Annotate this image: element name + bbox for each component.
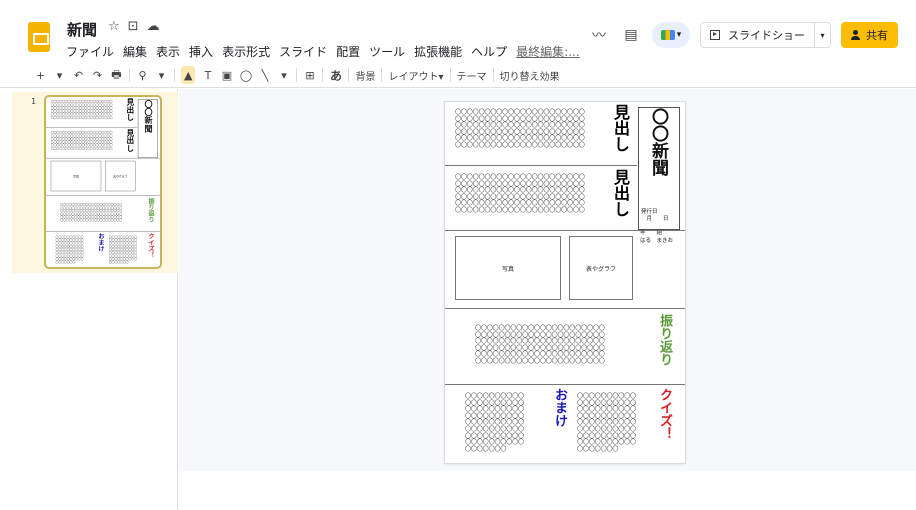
meet-camera-icon [660,30,675,40]
class-name[interactable]: 年 組 はる まきお [640,229,673,245]
layout-button[interactable]: レイアウト▾ [388,68,443,83]
menu-help[interactable]: ヘルプ [471,43,507,60]
issue-date[interactable]: 発行日 月 日 [641,209,669,223]
image-icon[interactable]: ▣ [220,66,233,84]
newspaper-title: 〇〇新聞 [142,99,153,133]
select-tool-icon[interactable]: ▲ [181,66,196,84]
divider [296,68,298,82]
print-icon[interactable]: 🖶 [110,66,123,84]
menu-tools[interactable]: ツール [369,43,405,60]
text-placeholder: 〇〇〇〇〇〇〇〇〇〇 〇〇〇〇〇〇〇〇〇〇 〇〇〇〇〇〇〇〇〇〇 〇〇〇〇〇〇〇… [108,235,137,264]
zoom-icon[interactable]: ⚲ [136,66,149,84]
undo-icon[interactable]: ↶ [72,66,85,84]
chevron-down-icon: ▾ [676,30,682,40]
slides-logo-icon[interactable] [28,22,50,52]
headline: 見出し [125,128,135,152]
divider [492,68,494,82]
header-actions: 〰 ▤ ▾ スライドショー ▾ 共有 [588,22,898,48]
comment-add-icon[interactable]: ⊞ [303,66,316,84]
reflection-heading[interactable]: 振り返り [657,314,672,366]
menu-file[interactable]: ファイル [66,43,114,60]
divider [129,68,130,82]
line-icon[interactable]: ╲ [258,66,271,84]
background-button[interactable]: 背景 [355,68,375,83]
shape-icon[interactable]: ◯ [239,66,252,84]
quiz-text[interactable]: 〇〇〇〇〇〇〇〇〇〇 〇〇〇〇〇〇〇〇〇〇 〇〇〇〇〇〇〇〇〇〇 〇〇〇〇〇〇〇… [577,393,636,453]
omake-heading[interactable]: おまけ [551,388,567,427]
title-actions: ☆ ⊡ ☁ [108,19,160,34]
chart-box: 表やグラフ [105,160,136,192]
cloud-status-icon[interactable]: ☁ [147,19,160,34]
slideshow-button-group: スライドショー ▾ [700,22,831,48]
share-button[interactable]: 共有 [841,22,898,48]
headline-1[interactable]: 見出し [610,104,630,152]
slideshow-label: スライドショー [728,29,805,42]
photo-box: 写真 [50,160,102,192]
headline: 見出し [125,97,135,121]
photo-box[interactable]: 写真 [455,236,561,300]
menu-arrange[interactable]: 配置 [336,43,360,60]
text-placeholder: 〇〇〇〇〇〇〇〇〇〇〇〇〇〇〇〇〇〇〇〇〇〇 〇〇〇〇〇〇〇〇〇〇〇〇〇〇〇〇〇… [60,203,123,223]
slide-number: 1 [31,97,37,106]
divider [445,384,685,385]
text-placeholder: 〇〇〇〇〇〇〇〇〇〇 〇〇〇〇〇〇〇〇〇〇 〇〇〇〇〇〇〇〇〇〇 〇〇〇〇〇〇〇… [55,235,84,264]
slide-thumbnail[interactable]: 〇〇〇〇〇〇〇〇〇〇〇〇〇〇〇〇〇〇〇〇〇〇 〇〇〇〇〇〇〇〇〇〇〇〇〇〇〇〇〇… [44,95,162,269]
transition-button[interactable]: 切り替え効果 [500,68,560,83]
document-title[interactable]: 新聞 [67,19,97,40]
new-slide-dropdown[interactable]: ▾ [53,66,66,84]
divider [348,68,350,82]
article-text-1[interactable]: 〇〇〇〇〇〇〇〇〇〇〇〇〇〇〇〇〇〇〇〇〇〇 〇〇〇〇〇〇〇〇〇〇〇〇〇〇〇〇〇… [455,109,585,150]
theme-button[interactable]: テーマ [457,68,487,83]
article-text-2[interactable]: 〇〇〇〇〇〇〇〇〇〇〇〇〇〇〇〇〇〇〇〇〇〇 〇〇〇〇〇〇〇〇〇〇〇〇〇〇〇〇〇… [455,174,585,215]
slideshow-button[interactable]: スライドショー [701,23,814,47]
menu-view[interactable]: 表示 [156,43,180,60]
redo-icon[interactable]: ↷ [91,66,104,84]
newspaper-title[interactable]: 〇〇新聞 [647,108,669,176]
reflection-text[interactable]: 〇〇〇〇〇〇〇〇〇〇〇〇〇〇〇〇〇〇〇〇〇〇 〇〇〇〇〇〇〇〇〇〇〇〇〇〇〇〇〇… [475,325,605,366]
share-label: 共有 [866,29,888,42]
line-dropdown[interactable]: ▾ [277,66,290,84]
thumbnail-content: 〇〇〇〇〇〇〇〇〇〇〇〇〇〇〇〇〇〇〇〇〇〇 〇〇〇〇〇〇〇〇〇〇〇〇〇〇〇〇〇… [46,97,160,266]
move-folder-icon[interactable]: ⊡ [128,19,139,34]
divider [322,68,324,82]
newspaper-thumbnail: 〇〇〇〇〇〇〇〇〇〇〇〇〇〇〇〇〇〇〇〇〇〇 〇〇〇〇〇〇〇〇〇〇〇〇〇〇〇〇〇… [46,97,160,266]
divider [381,68,383,82]
omake-text[interactable]: 〇〇〇〇〇〇〇〇〇〇 〇〇〇〇〇〇〇〇〇〇 〇〇〇〇〇〇〇〇〇〇 〇〇〇〇〇〇〇… [465,393,524,453]
divider [174,68,175,82]
zoom-dropdown[interactable]: ▾ [155,66,168,84]
star-icon[interactable]: ☆ [108,19,120,34]
new-slide-button[interactable]: + [34,66,47,84]
person-icon [851,30,861,40]
slideshow-dropdown[interactable]: ▾ [814,23,830,47]
newspaper-slide: 〇〇〇〇〇〇〇〇〇〇〇〇〇〇〇〇〇〇〇〇〇〇 〇〇〇〇〇〇〇〇〇〇〇〇〇〇〇〇〇… [445,102,685,458]
present-icon [710,30,720,40]
app-header: 新聞 ☆ ⊡ ☁ ファイル 編集 表示 挿入 表示形式 スライド 配置 ツール … [0,0,916,62]
menu-edit[interactable]: 編集 [123,43,147,60]
headline-2[interactable]: 見出し [610,169,630,217]
quiz-heading[interactable]: クイズ！ [657,388,672,440]
quiz-heading: クイズ！ [146,233,155,258]
meet-button[interactable]: ▾ [652,22,690,48]
activity-icon[interactable]: 〰 [588,24,610,46]
omake-heading: おまけ [96,233,105,252]
chart-box[interactable]: 表やグラフ [569,236,633,300]
toolbar: + ▾ ↶ ↷ 🖶 ⚲ ▾ ▲ T ▣ ◯ ╲ ▾ ⊞ あ 背景 レイアウト▾ … [0,63,916,88]
text-box-icon[interactable]: T [201,66,214,84]
reflection-heading: 振り返り [146,197,155,223]
divider [449,68,451,82]
menu-extensions[interactable]: 拡張機能 [414,43,462,60]
last-edit-link[interactable]: 最終編集:... [516,43,580,60]
text-placeholder: 〇〇〇〇〇〇〇〇〇〇〇〇〇〇〇〇〇〇〇〇〇〇 〇〇〇〇〇〇〇〇〇〇〇〇〇〇〇〇〇… [50,100,113,120]
divider [445,230,685,231]
divider [445,308,685,309]
menu-bar: ファイル 編集 表示 挿入 表示形式 スライド 配置 ツール 拡張機能 ヘルプ … [66,43,580,60]
divider [445,165,637,166]
slide-canvas[interactable]: 〇〇〇〇〇〇〇〇〇〇〇〇〇〇〇〇〇〇〇〇〇〇 〇〇〇〇〇〇〇〇〇〇〇〇〇〇〇〇〇… [445,102,685,463]
input-tools-icon[interactable]: あ [329,66,342,84]
comments-icon[interactable]: ▤ [620,24,642,46]
menu-slide[interactable]: スライド [279,43,327,60]
menu-format[interactable]: 表示形式 [222,43,270,60]
menu-insert[interactable]: 挿入 [189,43,213,60]
text-placeholder: 〇〇〇〇〇〇〇〇〇〇〇〇〇〇〇〇〇〇〇〇〇〇 〇〇〇〇〇〇〇〇〇〇〇〇〇〇〇〇〇… [50,131,113,151]
